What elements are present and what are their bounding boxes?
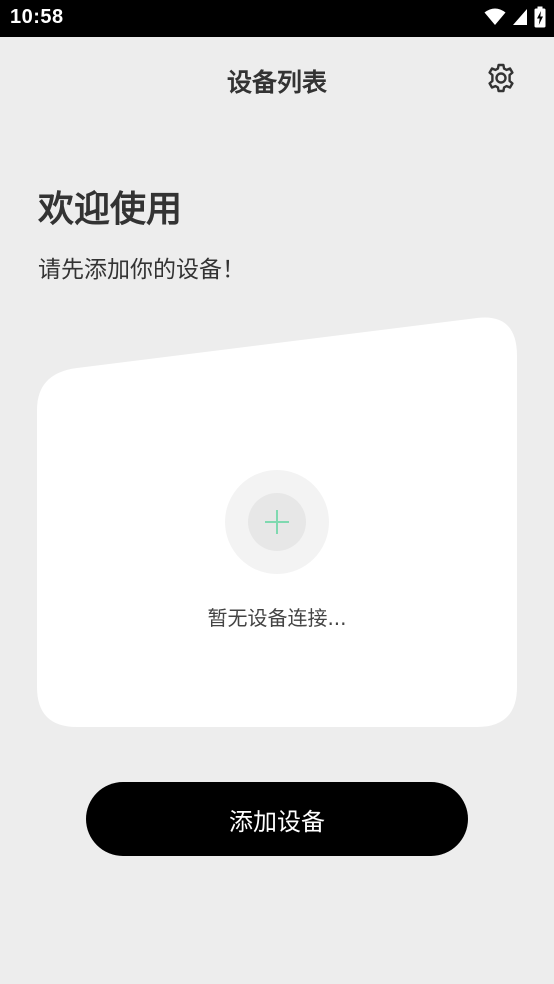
welcome-subtitle: 请先添加你的设备！: [38, 257, 245, 283]
add-device-circle-button[interactable]: [225, 470, 329, 574]
device-card: 暂无设备连接...: [37, 316, 517, 727]
app-bar: 设备列表: [0, 37, 554, 123]
status-icons: [484, 6, 546, 32]
add-device-button[interactable]: 添加设备: [86, 782, 468, 856]
settings-button[interactable]: [482, 61, 520, 99]
status-bar: 10:58: [0, 0, 554, 37]
status-time: 10:58: [10, 6, 64, 28]
empty-state-text: 暂无设备连接...: [207, 606, 347, 630]
signal-icon: [512, 8, 528, 30]
gear-icon: [485, 62, 517, 98]
page-title: 设备列表: [226, 68, 327, 97]
welcome-title: 欢迎使用: [38, 189, 183, 230]
battery-charging-icon: [534, 6, 546, 32]
plus-icon: [263, 508, 291, 536]
add-device-circle-inner: [248, 493, 306, 551]
wifi-icon: [484, 8, 506, 30]
